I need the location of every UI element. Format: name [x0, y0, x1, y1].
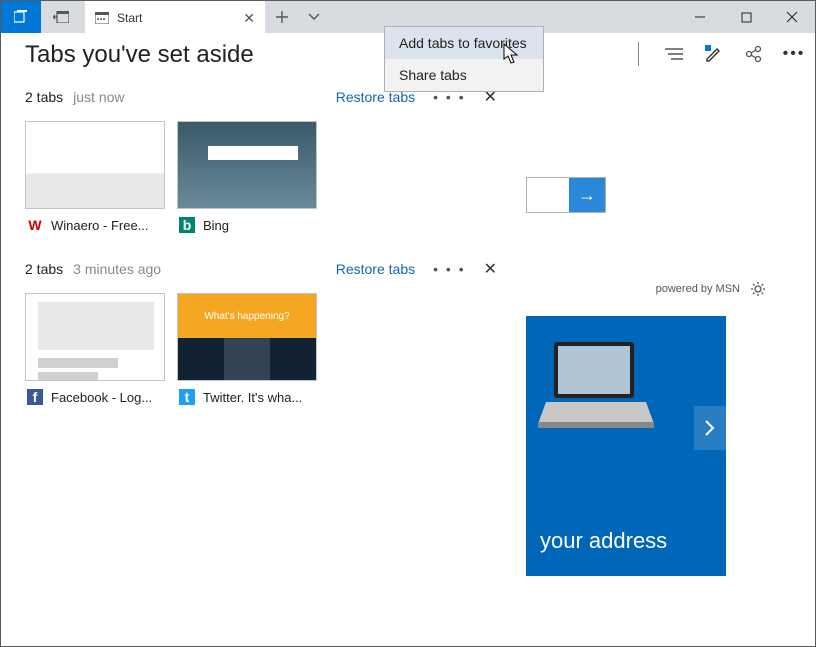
tab-tile[interactable]: b Bing	[177, 121, 317, 237]
tab-tile[interactable]: W Winaero - Free...	[25, 121, 165, 237]
tab-tile[interactable]: f Facebook - Log...	[25, 293, 165, 409]
tabs-aside-button[interactable]	[1, 1, 41, 33]
reading-list-icon[interactable]	[663, 43, 685, 65]
share-icon[interactable]	[743, 43, 765, 65]
tile-title: Twitter. It's wha...	[203, 390, 302, 405]
tab-favicon-icon	[95, 12, 109, 24]
tab-group: 2 tabs 3 minutes ago Restore tabs • • • …	[1, 255, 521, 427]
tile-title: Facebook - Log...	[51, 390, 152, 405]
window-controls	[677, 1, 815, 33]
gear-icon[interactable]	[750, 281, 766, 297]
group-more-icon[interactable]: • • •	[433, 261, 465, 277]
laptop-illustration-icon	[536, 336, 656, 446]
group-time: just now	[73, 89, 124, 105]
maximize-button[interactable]	[723, 1, 769, 33]
favicon-bing-icon: b	[179, 217, 195, 233]
tile-thumbnail: What's happening?	[177, 293, 317, 381]
tile-thumbnail	[177, 121, 317, 209]
banner-next-button[interactable]	[694, 406, 726, 450]
tab-title: Start	[117, 11, 142, 25]
web-note-icon[interactable]	[703, 43, 725, 65]
minimize-button[interactable]	[677, 1, 723, 33]
tile-title: Bing	[203, 218, 229, 233]
restore-tabs-link[interactable]: Restore tabs	[336, 261, 415, 277]
tile-thumbnail	[25, 121, 165, 209]
group-header: 2 tabs 3 minutes ago Restore tabs • • • …	[25, 259, 497, 279]
close-window-button[interactable]	[769, 1, 815, 33]
tile-thumbnail	[25, 293, 165, 381]
mouse-cursor-icon	[503, 43, 521, 65]
new-tab-button[interactable]	[265, 1, 299, 33]
group-count: 2 tabs	[25, 89, 63, 105]
set-tabs-aside-button[interactable]	[41, 1, 81, 33]
tab-group: 2 tabs just now Restore tabs • • • ✕ W W…	[1, 83, 521, 255]
search-bar: →	[526, 177, 606, 213]
favicon-winaero-icon: W	[27, 217, 43, 233]
favicon-twitter-icon: t	[179, 389, 195, 405]
promo-banner: your address	[526, 316, 726, 576]
favicon-facebook-icon: f	[27, 389, 43, 405]
browser-window: Start ✕ ••• Tabs you've set aside	[0, 0, 816, 647]
toolbar-divider	[638, 42, 639, 66]
banner-text: your address	[540, 528, 667, 554]
powered-by-label: powered by MSN	[656, 281, 766, 297]
browser-tab[interactable]: Start ✕	[85, 1, 265, 33]
tab-tile[interactable]: What's happening? t Twitter. It's wha...	[177, 293, 317, 409]
tab-close-icon[interactable]: ✕	[243, 10, 255, 27]
tab-menu-button[interactable]	[299, 1, 329, 33]
group-close-icon[interactable]: ✕	[484, 259, 497, 279]
tile-title: Winaero - Free...	[51, 218, 149, 233]
search-go-button[interactable]: →	[569, 178, 605, 212]
group-count: 2 tabs	[25, 261, 63, 277]
more-icon[interactable]: •••	[783, 43, 805, 65]
background-content: → powered by MSN your address	[526, 171, 806, 601]
group-time: 3 minutes ago	[73, 261, 161, 277]
tabs-aside-panel: Tabs you've set aside 2 tabs just now Re…	[1, 33, 521, 633]
